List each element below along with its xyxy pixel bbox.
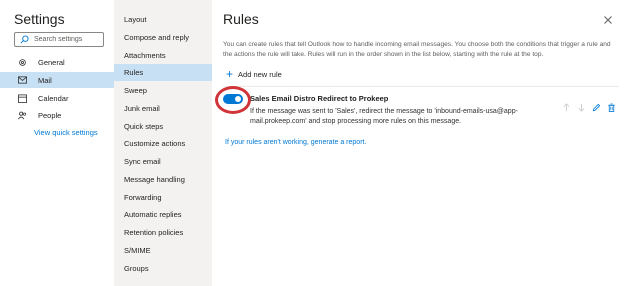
- mail-nav-retention-policies[interactable]: Retention policies: [114, 224, 212, 241]
- mail-nav-sweep[interactable]: Sweep: [114, 82, 212, 99]
- add-new-rule-button[interactable]: + Add new rule: [226, 67, 282, 81]
- rule-description: If the message was sent to 'Sales', redi…: [250, 108, 518, 125]
- rule-name: Sales Email Distro Redirect to Prokeep: [250, 94, 389, 103]
- page-title: Rules: [223, 11, 259, 27]
- search-settings-box[interactable]: [14, 32, 104, 47]
- close-button[interactable]: [603, 12, 613, 24]
- close-icon: [604, 16, 612, 24]
- delete-trash-icon[interactable]: [607, 103, 616, 112]
- mail-nav-compose-and-reply[interactable]: Compose and reply: [114, 29, 212, 46]
- add-new-rule-label: Add new rule: [238, 69, 282, 79]
- search-settings-input[interactable]: [34, 36, 100, 43]
- move-up-icon[interactable]: [562, 103, 571, 112]
- settings-nav-general-label: General: [38, 57, 65, 67]
- mail-nav-layout[interactable]: Layout: [114, 11, 212, 28]
- mail-nav-rules[interactable]: Rules: [114, 64, 212, 81]
- rules-description: You can create rules that tell Outlook h…: [223, 41, 611, 58]
- search-icon: [20, 35, 29, 44]
- mail-nav-customize-actions[interactable]: Customize actions: [114, 135, 212, 152]
- settings-nav-calendar-label: Calendar: [38, 93, 69, 103]
- settings-nav-panel: Settings General Mail Calendar People Vi…: [0, 0, 114, 286]
- mail-nav-quick-steps[interactable]: Quick steps: [114, 118, 212, 135]
- move-down-icon[interactable]: [577, 103, 586, 112]
- settings-nav-calendar[interactable]: Calendar: [8, 90, 114, 106]
- mail-nav-automatic-replies[interactable]: Automatic replies: [114, 206, 212, 223]
- settings-nav-people-label: People: [38, 110, 62, 120]
- mail-nav-attachments[interactable]: Attachments: [114, 47, 212, 64]
- people-icon: [18, 111, 27, 120]
- rule-actions: [562, 103, 622, 112]
- settings-nav-general[interactable]: General: [8, 54, 114, 70]
- toggle-knob: [235, 96, 241, 102]
- mail-nav-junk-email[interactable]: Junk email: [114, 100, 212, 117]
- edit-pencil-icon[interactable]: [592, 103, 601, 112]
- mail-nav-message-handling[interactable]: Message handling: [114, 171, 212, 188]
- generate-report-link[interactable]: If your rules aren't working, generate a…: [225, 139, 366, 146]
- settings-nav-mail[interactable]: Mail: [0, 72, 114, 88]
- mail-nav-smime[interactable]: S/MIME: [114, 242, 212, 259]
- gear-icon: [18, 58, 27, 67]
- settings-nav-people[interactable]: People: [8, 107, 114, 123]
- plus-icon: +: [226, 67, 234, 81]
- settings-nav-mail-label: Mail: [38, 75, 52, 85]
- rule-enabled-toggle[interactable]: [223, 94, 243, 104]
- mail-settings-nav: Layout Compose and reply Attachments Rul…: [114, 0, 212, 286]
- mail-nav-sync-email[interactable]: Sync email: [114, 153, 212, 170]
- view-quick-settings-link[interactable]: View quick settings: [34, 128, 98, 137]
- rules-pane: Rules You can create rules that tell Out…: [212, 0, 624, 286]
- mail-nav-forwarding[interactable]: Forwarding: [114, 189, 212, 206]
- settings-title: Settings: [14, 11, 65, 27]
- mail-icon: [18, 76, 27, 85]
- calendar-icon: [18, 93, 27, 103]
- divider: [223, 86, 619, 87]
- mail-nav-groups[interactable]: Groups: [114, 260, 212, 277]
